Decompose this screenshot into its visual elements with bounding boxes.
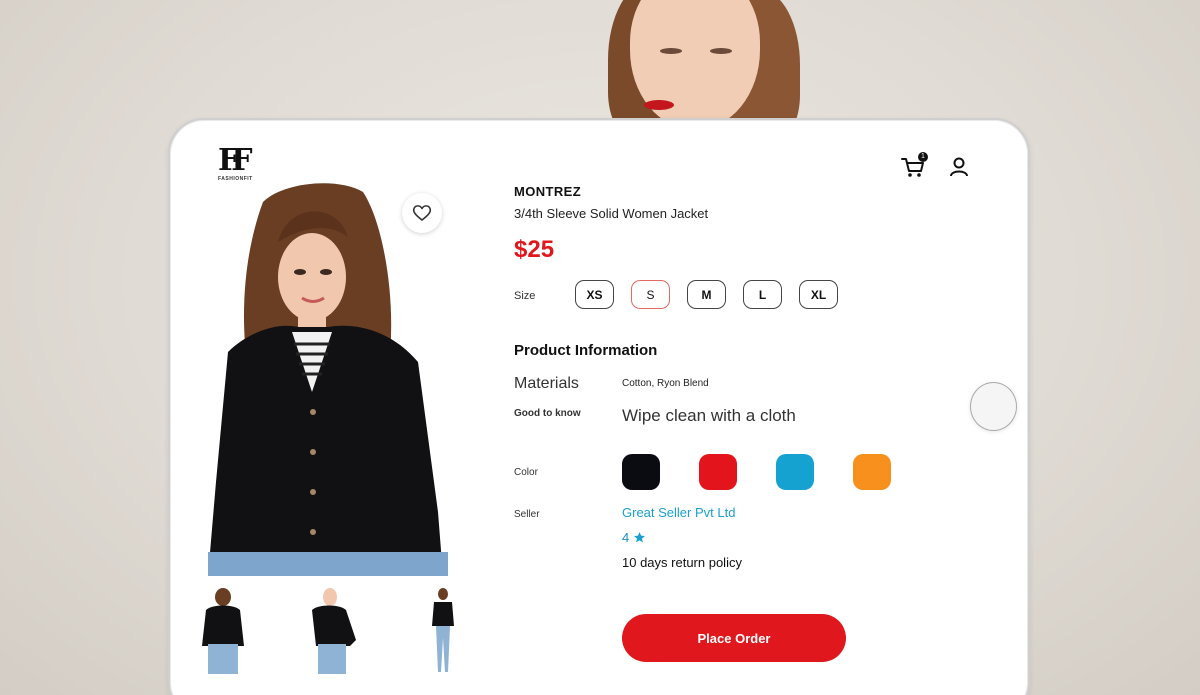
materials-label: Materials [514,375,579,392]
color-options [622,454,891,490]
size-option-xl[interactable]: XL [799,280,838,309]
color-swatch-3[interactable] [776,454,814,490]
logo-mark: FF [218,143,253,178]
cart-button[interactable]: 1 [900,152,928,180]
materials-value: Cotton, Ryon Blend [622,378,709,389]
user-icon [950,157,968,177]
account-button[interactable] [946,154,972,180]
seller-rating: 4 [622,530,646,545]
good-to-know-value: Wipe clean with a cloth [622,406,796,425]
seller-label: Seller [514,509,540,520]
product-name: 3/4th Sleeve Solid Women Jacket [514,206,709,221]
size-option-l[interactable]: L [743,280,782,309]
brand-logo[interactable]: FF FASHIONFIT [218,146,260,186]
product-info-title: Product Information [514,342,658,359]
size-option-s[interactable]: S [631,280,670,309]
carousel-next-button[interactable] [970,382,1017,431]
rating-value: 4 [622,530,630,545]
seller-name-link[interactable]: Great Seller Pvt Ltd [622,505,735,520]
heart-icon [412,205,432,221]
product-thumbnail-back[interactable] [192,588,254,674]
color-swatch-1[interactable] [622,454,660,490]
product-thumbnail-side[interactable] [302,588,364,674]
star-icon [634,532,646,543]
cart-count-badge: 1 [918,152,928,162]
color-swatch-2[interactable] [699,454,737,490]
color-swatch-4[interactable] [853,454,891,490]
product-card: FF FASHIONFIT 1 MONTREZ 3/4th Sleeve Sol… [168,118,1030,695]
product-main-image [188,182,470,576]
color-label: Color [514,467,538,478]
return-policy: 10 days return policy [622,555,742,570]
product-price: $25 [514,236,555,263]
favorite-button[interactable] [402,193,442,233]
place-order-button[interactable]: Place Order [622,614,846,662]
size-label: Size [514,290,536,302]
good-to-know-label: Good to know [514,408,581,419]
product-thumbnail-full[interactable] [412,588,474,674]
size-options: XS S M L XL [575,280,838,309]
product-brand: MONTREZ [514,184,582,199]
size-option-m[interactable]: M [687,280,726,309]
size-option-xs[interactable]: XS [575,280,614,309]
background-model-image [590,0,810,125]
